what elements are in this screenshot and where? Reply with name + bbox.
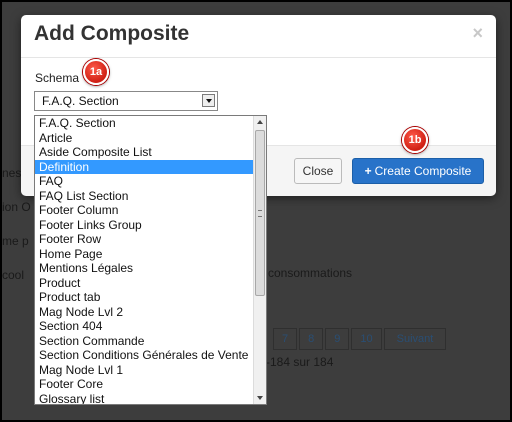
schema-option[interactable]: Mag Node Lvl 2 [35,305,255,320]
schema-select-value: F.A.Q. Section [42,94,119,108]
schema-option[interactable]: Product tab [35,290,255,305]
background-fragment: cool [2,268,25,282]
schema-dropdown-list[interactable]: F.A.Q. Section Article Aside Composite L… [34,115,267,405]
schema-option[interactable]: Article [35,131,255,146]
schema-option[interactable]: Mentions Légales [35,261,255,276]
schema-option[interactable]: Aside Composite List [35,145,255,160]
app-frame: nes ion O me p cool consommations 7 8 9 … [0,0,512,422]
background-fragment: nes [2,166,22,180]
create-composite-label: Create Composite [374,164,472,178]
schema-option[interactable]: Mag Node Lvl 1 [35,363,255,378]
schema-option[interactable]: Section Commande [35,334,255,349]
page-link[interactable]: 8 [299,328,324,350]
schema-option[interactable]: Glossary list [35,392,255,405]
schema-options: F.A.Q. Section Article Aside Composite L… [35,116,255,405]
create-composite-button[interactable]: + Create Composite [352,158,484,184]
dropdown-scrollbar[interactable] [253,116,266,404]
close-icon[interactable]: × [472,24,483,42]
schema-option-selected[interactable]: Definition [35,159,255,174]
schema-option[interactable]: FAQ List Section [35,189,255,204]
scroll-thumb[interactable] [255,130,265,296]
annotation-badge-1a: 1a [83,59,109,85]
schema-option[interactable]: Footer Links Group [35,218,255,233]
pagination: 7 8 9 10 Suivant [273,328,447,350]
modal-header: Add Composite × [21,15,496,58]
background-fragment: consommations [268,266,353,280]
schema-option[interactable]: Footer Core [35,377,255,392]
pagination-info: -184 sur 184 [266,355,334,369]
background-fragment: me p [2,234,29,248]
background-fragment: ion O [2,200,31,214]
schema-option[interactable]: Section 404 [35,319,255,334]
schema-select[interactable]: F.A.Q. Section [34,91,218,111]
schema-option[interactable]: FAQ [35,174,255,189]
close-button[interactable]: Close [294,158,342,184]
schema-option[interactable]: Footer Row [35,232,255,247]
chevron-down-icon[interactable] [202,94,215,107]
plus-icon: + [364,164,372,178]
annotation-badge-1b: 1b [402,127,428,153]
scroll-down-icon[interactable] [254,392,266,404]
scroll-up-icon[interactable] [254,116,266,128]
schema-label: Schema [35,71,80,85]
page-link[interactable]: 9 [325,328,350,350]
schema-option[interactable]: Home Page [35,247,255,262]
schema-option[interactable]: Section Conditions Générales de Vente [35,348,255,363]
modal-title: Add Composite [34,22,190,45]
schema-option[interactable]: Footer Column [35,203,255,218]
next-page-link[interactable]: Suivant [383,328,447,350]
schema-option[interactable]: Product [35,276,255,291]
page-link[interactable]: 7 [273,328,298,350]
schema-option[interactable]: F.A.Q. Section [35,116,255,131]
page-link[interactable]: 10 [351,328,382,350]
